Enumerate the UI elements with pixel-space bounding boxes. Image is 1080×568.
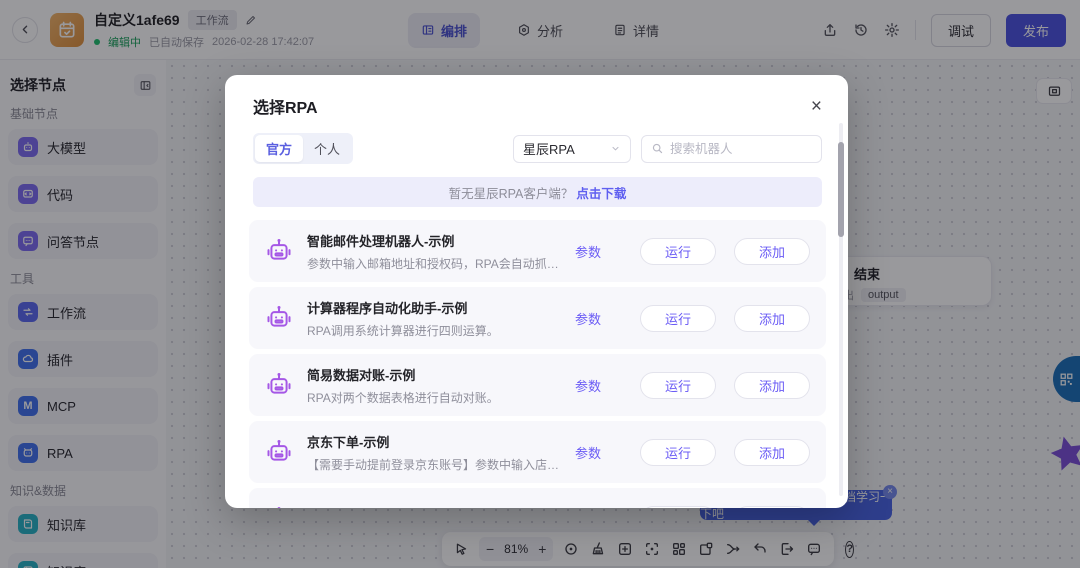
param-link[interactable]: 参数 [575,443,601,462]
tab-personal[interactable]: 个人 [303,135,351,162]
run-button[interactable]: 运行 [640,304,716,332]
run-button[interactable]: 运行 [640,438,716,466]
robot-row: 计算器程序自动化助手-示例 RPA调用系统计算器进行四则运算。 参数 运行 添加 [249,287,826,349]
add-button[interactable]: 添加 [734,371,810,399]
robot-icon [265,304,295,332]
dropdown-value: 星辰RPA [523,142,575,157]
download-link[interactable]: 点击下载 [576,183,626,202]
add-button[interactable]: 添加 [734,505,810,508]
search-icon [651,142,664,155]
robot-desc: 参数中输入邮箱地址和授权码，RPA会自动抓取前五封邮件信息。 [307,256,565,271]
param-link[interactable]: 参数 [575,242,601,261]
add-button[interactable]: 添加 [734,438,810,466]
robot-desc: RPA对两个数据表格进行自动对账。 [307,390,499,405]
robot-title: 智能邮件处理机器人-示例 [307,233,455,249]
add-button[interactable]: 添加 [734,237,810,265]
robot-list: 智能邮件处理机器人-示例 参数中输入邮箱地址和授权码，RPA会自动抓取前五封邮件… [249,220,826,508]
robot-row: 简易数据对账-示例 RPA对两个数据表格进行自动对账。 参数 运行 添加 [249,354,826,416]
tab-official[interactable]: 官方 [255,135,304,162]
robot-desc: 【需要手动提前登录京东账号】参数中输入店铺名和商品名，RPA会自动... [307,457,565,472]
rpa-platform-dropdown[interactable]: 星辰RPA [513,134,631,163]
run-button[interactable]: 运行 [640,371,716,399]
run-button[interactable]: 运行 [640,237,716,265]
robot-title: 文件自动化整理-示例 [307,507,565,508]
rpa-source-tabs: 官方 个人 [253,133,354,164]
robot-desc: RPA调用系统计算器进行四则运算。 [307,323,499,338]
param-link[interactable]: 参数 [575,376,601,395]
param-link[interactable]: 参数 [575,309,601,328]
robot-title: 简易数据对账-示例 [307,367,416,383]
robot-row: 京东下单-示例 【需要手动提前登录京东账号】参数中输入店铺名和商品名，RPA会自… [249,421,826,483]
select-rpa-modal: 选择RPA × 官方 个人 星辰RPA 暂无星辰RPA客户端？ 点击下载 [225,75,848,508]
robot-title: 计算器程序自动化助手-示例 [307,300,468,316]
workflow-editor: 自定义1afe69 工作流 编辑中 已自动保存 2026-02-28 17:42… [0,0,1080,568]
banner-text: 暂无星辰RPA客户端？ [448,186,574,201]
robot-title: 京东下单-示例 [307,434,390,450]
modal-title: 选择RPA [253,100,318,117]
robot-icon [265,505,295,508]
robot-icon [265,371,295,399]
run-button[interactable]: 运行 [640,505,716,508]
chevron-down-icon [610,143,621,154]
robot-search-box [641,134,822,163]
robot-row: 文件自动化整理-示例 参数 运行 添加 [249,488,826,508]
rpa-client-banner: 暂无星辰RPA客户端？ 点击下载 [253,177,822,207]
robot-icon [265,237,295,265]
modal-scrollbar-thumb[interactable] [838,142,844,237]
robot-row: 智能邮件处理机器人-示例 参数中输入邮箱地址和授权码，RPA会自动抓取前五封邮件… [249,220,826,282]
add-button[interactable]: 添加 [734,304,810,332]
search-input[interactable] [670,141,812,156]
robot-icon [265,438,295,466]
close-icon[interactable]: × [811,97,822,116]
